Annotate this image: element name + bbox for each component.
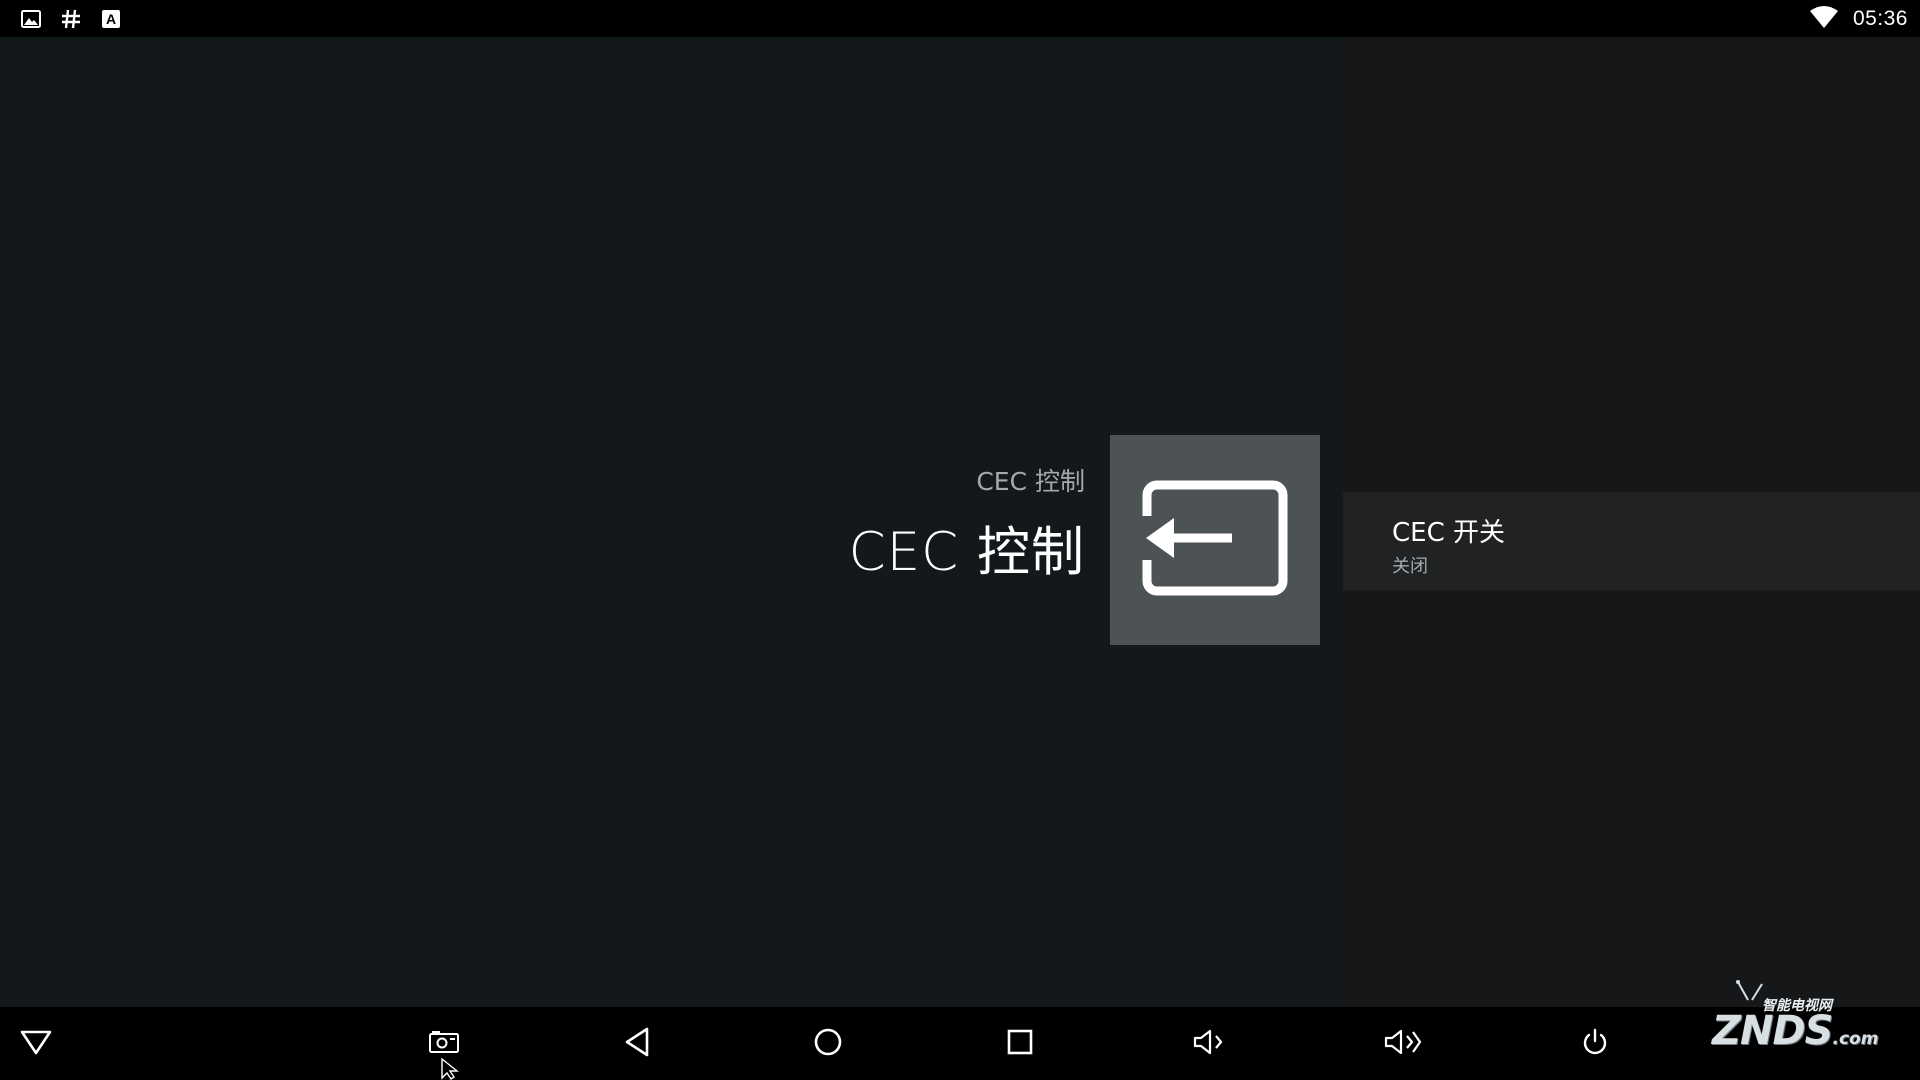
status-bar: A 05:36	[0, 0, 1920, 37]
triangle-down-icon	[19, 1028, 53, 1060]
status-right: 05:36	[1809, 0, 1908, 37]
page-title: CEC 控制	[848, 522, 1085, 583]
pref-title: CEC 开关	[1392, 518, 1506, 548]
image-icon	[18, 6, 44, 32]
watermark-suffix: .com	[1832, 1029, 1879, 1049]
clock: 05:36	[1852, 6, 1908, 30]
pref-summary: 关闭	[1392, 556, 1428, 577]
exit-to-app-icon	[1140, 478, 1290, 602]
header-block: CEC 控制 CEC 控制	[849, 462, 1085, 586]
keyboard-icon: A	[98, 6, 124, 32]
back-triangle-icon	[623, 1026, 651, 1062]
volume-up-button[interactable]	[1363, 1007, 1443, 1080]
home-circle-icon	[813, 1027, 843, 1061]
watermark-brand: ZNDS	[1712, 1008, 1833, 1054]
power-button[interactable]	[1555, 1007, 1635, 1080]
recents-button[interactable]	[980, 1007, 1060, 1080]
home-button[interactable]	[788, 1007, 868, 1080]
screen: A 05:36 CEC 控制 CEC 控制 CEC 开关 关闭 智能电视网 ZN…	[0, 0, 1920, 1080]
back-button[interactable]	[597, 1007, 677, 1080]
volume-down-icon	[1192, 1027, 1228, 1061]
cec-switch-item[interactable]: CEC 开关 关闭	[1343, 492, 1920, 590]
notification-icons: A	[18, 5, 124, 33]
volume-down-button[interactable]	[1170, 1007, 1250, 1080]
hash-icon	[58, 6, 84, 32]
guidance-pane: CEC 控制 CEC 控制	[0, 37, 1343, 1007]
volume-up-icon	[1383, 1027, 1423, 1061]
znds-watermark: 智能电视网 ZNDS.com	[1706, 980, 1878, 1054]
header-icon-tile	[1110, 435, 1320, 645]
breadcrumb: CEC 控制	[976, 467, 1085, 496]
wifi-icon	[1809, 5, 1839, 33]
power-icon	[1580, 1027, 1610, 1061]
hide-bar-button[interactable]	[0, 1007, 76, 1080]
camera-icon	[428, 1029, 460, 1059]
recents-square-icon	[1006, 1028, 1034, 1060]
navigation-bar	[0, 1007, 1920, 1080]
svg-text:A: A	[106, 11, 116, 27]
preferences-pane: CEC 开关 关闭	[1343, 37, 1920, 1007]
mouse-cursor-icon	[440, 1057, 460, 1080]
watermark-logo: ZNDS.com	[1712, 1008, 1878, 1054]
